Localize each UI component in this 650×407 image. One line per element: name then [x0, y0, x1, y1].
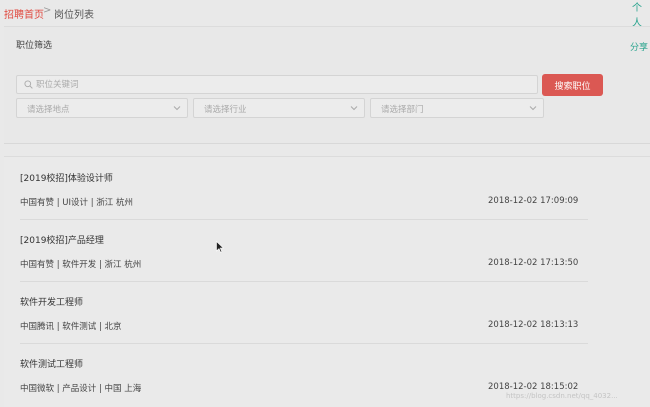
- department-select-placeholder: 请选择部门: [381, 105, 424, 115]
- breadcrumb-home-link[interactable]: 招聘首页: [4, 6, 44, 21]
- chevron-down-icon: [529, 106, 537, 111]
- job-title[interactable]: [2019校招]体验设计师: [20, 171, 113, 184]
- job-list: [2019校招]体验设计师 中国有赞 | UI设计 | 浙江 杭州 2018-1…: [4, 156, 650, 407]
- job-meta: 中国微软 | 产品设计 | 中国 上海: [20, 384, 142, 394]
- mouse-cursor-icon: [216, 241, 224, 253]
- industry-select[interactable]: 请选择行业: [193, 98, 365, 118]
- divider: [20, 281, 588, 282]
- share-link[interactable]: 分享: [630, 40, 648, 53]
- location-select[interactable]: 请选择地点: [16, 98, 188, 118]
- breadcrumb-separator: >: [43, 5, 52, 16]
- watermark-text: https://blog.csdn.net/qq_4032...: [506, 392, 618, 400]
- chevron-down-icon: [350, 106, 358, 111]
- job-title[interactable]: 软件开发工程师: [20, 295, 83, 308]
- job-meta: 中国有赞 | UI设计 | 浙江 杭州: [20, 198, 133, 208]
- chevron-down-icon: [173, 106, 181, 111]
- filter-panel: 职位筛选 分享 搜索职位 请选择地点 请选择行业 请选择部门: [4, 26, 650, 144]
- location-select-placeholder: 请选择地点: [27, 105, 70, 115]
- job-time: 2018-12-02 17:09:09: [488, 196, 579, 206]
- job-title[interactable]: 软件测试工程师: [20, 357, 83, 370]
- job-time: 2018-12-02 18:15:02: [488, 382, 579, 392]
- personal-link[interactable]: 个人: [632, 0, 650, 29]
- divider: [20, 343, 588, 344]
- breadcrumb-current: 岗位列表: [54, 10, 94, 21]
- job-keyword-input[interactable]: [36, 77, 526, 92]
- search-jobs-button[interactable]: 搜索职位: [542, 74, 603, 96]
- filter-title: 职位筛选: [16, 41, 53, 51]
- industry-select-placeholder: 请选择行业: [204, 105, 247, 115]
- search-icon: [24, 80, 33, 89]
- job-meta: 中国腾讯 | 软件测试 | 北京: [20, 322, 122, 332]
- search-box[interactable]: [16, 75, 538, 94]
- job-meta: 中国有赞 | 软件开发 | 浙江 杭州: [20, 260, 142, 270]
- divider: [20, 219, 588, 220]
- department-select[interactable]: 请选择部门: [370, 98, 544, 118]
- top-bar: 招聘首页 > 岗位列表 个人: [0, 0, 650, 29]
- job-time: 2018-12-02 18:13:13: [488, 320, 579, 330]
- job-title[interactable]: [2019校招]产品经理: [20, 233, 104, 246]
- job-time: 2018-12-02 17:13:50: [488, 258, 579, 268]
